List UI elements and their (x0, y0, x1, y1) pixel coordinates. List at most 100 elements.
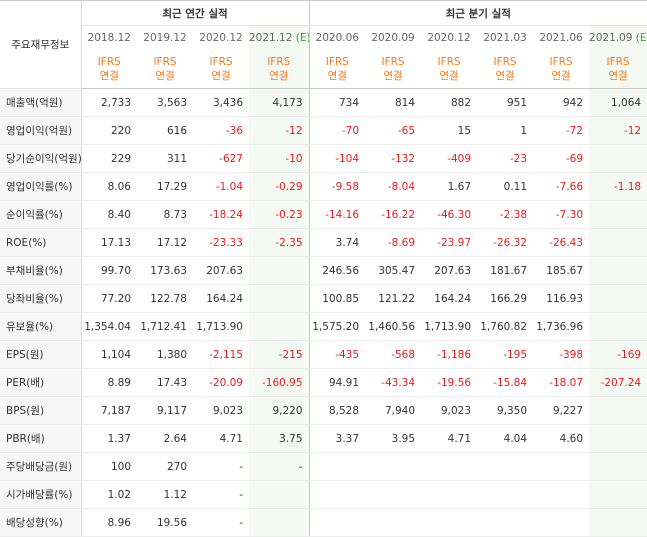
table-cell: 1,736.96 (533, 312, 590, 341)
row-label: 당좌비율(%) (0, 284, 82, 313)
period-header: 2020.09 (365, 26, 421, 51)
table-cell: -215 (249, 340, 310, 369)
table-cell: -0.23 (249, 200, 310, 229)
table-cell (589, 312, 647, 341)
table-cell: 3,563 (137, 88, 193, 117)
table-cell: 9,117 (137, 396, 193, 425)
ifrs-label: IFRS (325, 56, 349, 68)
accounting-standard-label: IFRS 연결 (308, 50, 366, 89)
accounting-standard-label: IFRS 연결 (81, 50, 137, 89)
table-cell: 4.04 (477, 424, 534, 453)
period-header: 2020.06 (308, 25, 366, 50)
table-cell: 207.63 (421, 256, 478, 285)
row-label: 영업이익률(%) (0, 172, 82, 201)
table-cell: 882 (421, 88, 478, 117)
row-label: 시가배당률(%) (0, 480, 82, 509)
table-cell: 4.71 (421, 424, 478, 453)
consolidated-label: 연결 (608, 70, 628, 82)
accounting-standard-label: IFRS 연결 (249, 50, 310, 89)
table-cell: -104 (308, 144, 366, 173)
table-cell: -16.22 (365, 200, 422, 229)
table-cell: 1.12 (137, 480, 193, 509)
table-cell: 9,227 (533, 396, 590, 425)
table-cell: 305.47 (365, 256, 422, 285)
period-label: 2019.12 (143, 32, 187, 44)
period-header: 2018.12 (81, 26, 137, 51)
consolidated-label: 연결 (439, 70, 459, 82)
table-cell: 3.74 (308, 228, 366, 257)
table-cell: -409 (421, 144, 478, 173)
table-cell (308, 508, 366, 537)
table-cell: -7.30 (533, 200, 590, 229)
table-cell: 8.96 (81, 508, 137, 537)
period-label: 2021.12 (249, 32, 293, 44)
table-cell: 3.95 (365, 424, 422, 453)
table-cell: 181.67 (477, 256, 534, 285)
period-header: 2021.09 (E) (589, 25, 647, 50)
table-cell: 2,733 (81, 88, 137, 117)
table-cell (589, 144, 647, 173)
table-cell: 17.29 (137, 172, 193, 201)
table-cell: 7,187 (81, 396, 137, 425)
table-row: 유보율(%) 1,354.04 1,712.41 1,713.90 1,575.20 1,… (0, 312, 647, 341)
table-cell: 17.43 (137, 368, 193, 397)
table-cell: 734 (308, 88, 366, 117)
table-cell (589, 228, 647, 257)
table-row: 부채비율(%) 99.70 173.63 207.63 246.56 305.47 207.… (0, 256, 647, 285)
row-label: EPS(원) (0, 340, 82, 369)
table-cell (589, 200, 647, 229)
table-cell: 9,220 (249, 396, 310, 425)
table-row: PBR(배) 1.37 2.64 4.71 3.75 3.37 3.95 4.71 4.04 4.… (0, 424, 647, 453)
table-cell: 270 (137, 452, 193, 481)
corner-label: 주요재무정보 (0, 0, 82, 89)
table-cell (249, 312, 310, 341)
table-cell: -18.07 (533, 368, 590, 397)
ifrs-label: IFRS (606, 56, 630, 68)
period-header: 2021.03 (477, 26, 533, 51)
period-label: 2021.03 (483, 32, 527, 44)
table-cell: 1 (477, 116, 534, 145)
table-cell: 8.40 (81, 200, 137, 229)
row-label: PBR(배) (0, 424, 82, 453)
table-cell (589, 396, 647, 425)
table-row: EPS(원) 1,104 1,380 -2,115 -215 -435 -568 -1,186… (0, 340, 647, 369)
table-cell: 185.67 (533, 256, 590, 285)
table-cell: -0.29 (249, 172, 310, 201)
ifrs-label: IFRS (493, 56, 517, 68)
table-cell: 1,713.90 (193, 312, 249, 341)
table-cell: -2.35 (249, 228, 310, 257)
table-cell: 1.67 (421, 172, 478, 201)
table-cell: -20.09 (193, 368, 249, 397)
table-cell: 17.12 (137, 228, 193, 257)
row-label: 순이익률(%) (0, 200, 82, 229)
table-cell: -23.33 (193, 228, 249, 257)
table-cell: -26.32 (477, 228, 534, 257)
ifrs-label: IFRS (549, 56, 573, 68)
table-cell: 77.20 (81, 284, 137, 313)
row-label: 유보율(%) (0, 312, 82, 341)
table-cell: 3.75 (249, 424, 310, 453)
period-label: 2021.06 (539, 32, 583, 44)
table-cell (589, 284, 647, 313)
table-cell: -36 (193, 116, 249, 145)
accounting-standard-label: IFRS 연결 (589, 50, 647, 89)
table-cell (533, 508, 590, 537)
table-cell: 616 (137, 116, 193, 145)
consolidated-label: 연결 (211, 70, 231, 82)
ifrs-label: IFRS (209, 56, 233, 68)
table-row: 배당성향(%) 8.96 19.56- (0, 508, 647, 537)
table-row: 시가배당률(%) 1.02 1.12- (0, 480, 647, 509)
table-cell: -65 (365, 116, 422, 145)
table-cell (589, 452, 647, 481)
row-label: 당기순이익(억원) (0, 144, 82, 173)
table-cell: 8.06 (81, 172, 137, 201)
table-cell: - (193, 452, 249, 481)
table-cell: -2.38 (477, 200, 534, 229)
table-cell: 116.93 (533, 284, 590, 313)
table-cell: 9,023 (193, 396, 249, 425)
accounting-standard-label: IFRS 연결 (477, 50, 534, 89)
table-cell: 3,436 (193, 88, 249, 117)
table-cell: -10 (249, 144, 310, 173)
table-cell: -195 (477, 340, 534, 369)
table-cell: 311 (137, 144, 193, 173)
